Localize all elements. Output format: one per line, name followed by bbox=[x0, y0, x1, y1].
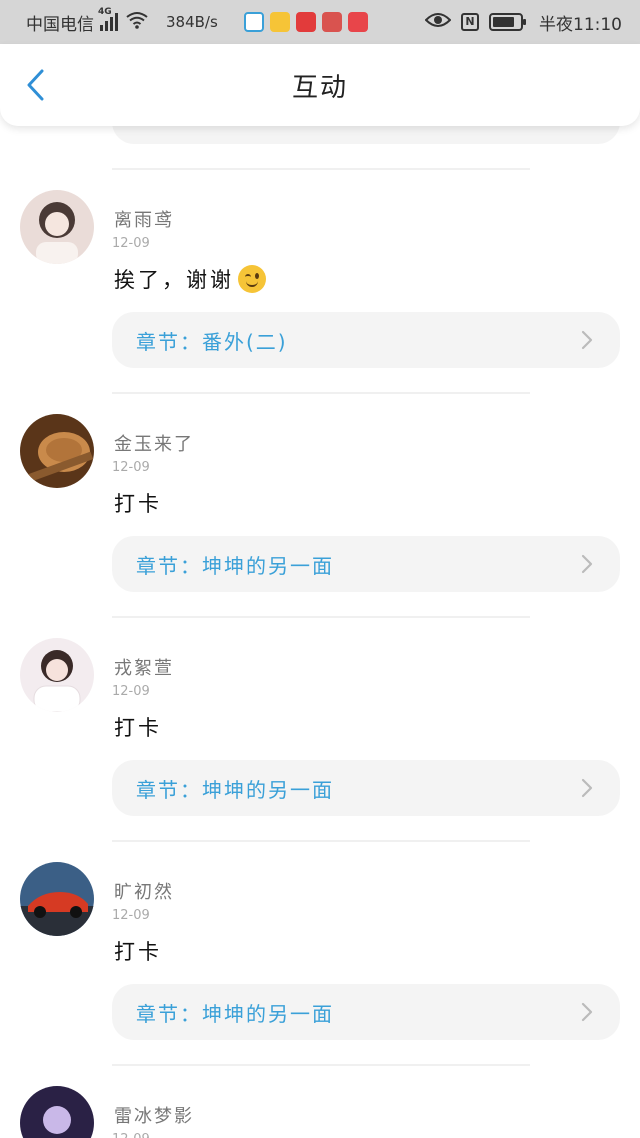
chapter-link[interactable]: 章节：坤坤的另一面 bbox=[112, 536, 620, 592]
clock: 半夜11:10 bbox=[539, 14, 622, 35]
divider bbox=[112, 616, 530, 618]
avatar[interactable] bbox=[20, 1086, 94, 1138]
chapter-label: 章节：坤坤的另一面 bbox=[136, 777, 334, 802]
status-bar: 中国电信 4G 384B/s N 半夜11:10 bbox=[0, 0, 640, 44]
network-type-label: 4G bbox=[98, 7, 112, 17]
nfc-icon: N bbox=[461, 13, 479, 31]
chapter-label: 章节：坤坤的另一面 bbox=[136, 1001, 334, 1026]
wifi-icon bbox=[126, 11, 148, 33]
avatar[interactable] bbox=[20, 638, 94, 712]
comment-text: 打卡 bbox=[114, 492, 162, 516]
app-notification-icon bbox=[347, 12, 368, 32]
divider bbox=[112, 840, 530, 842]
comment-text: 挨了，谢谢 bbox=[114, 264, 266, 294]
comment-text: 打卡 bbox=[114, 940, 162, 964]
carrier-label: 中国电信 bbox=[26, 14, 94, 35]
avatar[interactable] bbox=[20, 190, 94, 264]
comment-text: 打卡 bbox=[114, 716, 162, 740]
eye-icon bbox=[424, 12, 452, 33]
chapter-label: 章节：番外(二) bbox=[136, 329, 288, 354]
app-notification-icon bbox=[321, 12, 342, 32]
username[interactable]: 戎絮萱 bbox=[114, 654, 174, 680]
network-speed: 384B/s bbox=[166, 13, 218, 31]
avatar[interactable] bbox=[20, 414, 94, 488]
comment-text-value: 挨了，谢谢 bbox=[114, 268, 234, 292]
comment-date: 12-09 bbox=[112, 236, 150, 251]
app-header: 互动 bbox=[0, 44, 640, 126]
chapter-link[interactable]: 章节：坤坤的另一面 bbox=[112, 760, 620, 816]
divider bbox=[112, 392, 530, 394]
chevron-right-icon bbox=[581, 1002, 593, 1022]
comment-date: 12-09 bbox=[112, 684, 150, 699]
username[interactable]: 金玉来了 bbox=[114, 430, 194, 456]
app-notification-icon bbox=[243, 12, 264, 32]
chapter-link[interactable]: 章节：坤坤的另一面 bbox=[112, 984, 620, 1040]
username[interactable]: 雷冰梦影 bbox=[114, 1102, 194, 1128]
winking-face-icon bbox=[238, 265, 266, 293]
divider bbox=[112, 168, 530, 170]
page-title: 互动 bbox=[291, 72, 348, 103]
username[interactable]: 旷初然 bbox=[114, 878, 174, 904]
app-notification-icon bbox=[269, 12, 290, 32]
chevron-right-icon bbox=[581, 554, 593, 574]
comment-date: 12-09 bbox=[112, 460, 150, 475]
chevron-right-icon bbox=[581, 778, 593, 798]
divider bbox=[112, 1064, 530, 1066]
battery-icon bbox=[489, 13, 526, 31]
comment-date: 12-09 bbox=[112, 1132, 150, 1138]
username[interactable]: 离雨鸢 bbox=[114, 206, 174, 232]
chapter-label: 章节：坤坤的另一面 bbox=[136, 553, 334, 578]
chapter-link[interactable]: 章节：番外(二) bbox=[112, 312, 620, 368]
signal-icon: 4G bbox=[98, 7, 118, 31]
back-button[interactable] bbox=[20, 68, 50, 102]
comment-date: 12-09 bbox=[112, 908, 150, 923]
avatar[interactable] bbox=[20, 862, 94, 936]
app-notification-icon bbox=[295, 12, 316, 32]
chevron-left-icon bbox=[27, 69, 44, 101]
chevron-right-icon bbox=[581, 330, 593, 350]
